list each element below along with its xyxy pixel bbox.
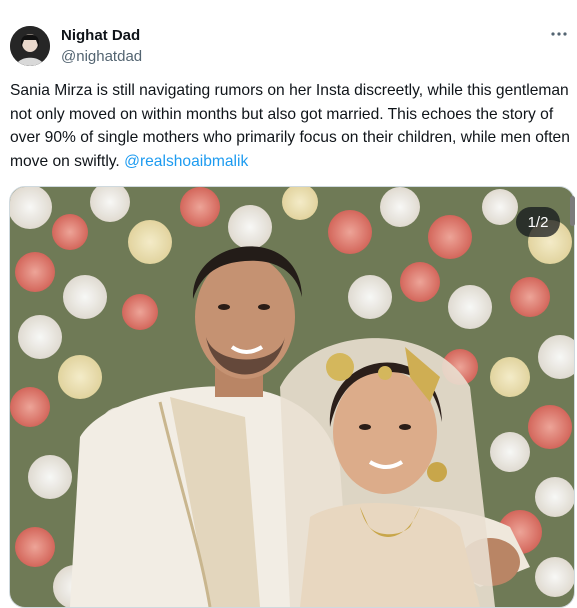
tweet-media[interactable]: 1/2 bbox=[9, 186, 575, 608]
author-display-name[interactable]: Nighat Dad bbox=[61, 27, 142, 45]
author-info: Nighat Dad @nighatdad bbox=[61, 27, 142, 66]
wedding-photo-icon bbox=[10, 187, 574, 607]
author-avatar[interactable] bbox=[10, 26, 50, 66]
more-horizontal-icon bbox=[551, 32, 567, 36]
tweet-body-text: Sania Mirza is still navigating rumors o… bbox=[10, 82, 570, 170]
author-handle[interactable]: @nighatdad bbox=[61, 48, 142, 66]
media-counter-badge: 1/2 bbox=[516, 207, 560, 237]
tweet-card[interactable]: Nighat Dad @nighatdad Sania Mirza is sti… bbox=[0, 0, 577, 608]
avatar-photo-icon bbox=[10, 26, 50, 66]
mention-link[interactable]: @realshoaibmalik bbox=[124, 153, 248, 170]
tweet-text: Sania Mirza is still navigating rumors o… bbox=[10, 79, 570, 173]
more-options-button[interactable] bbox=[547, 24, 571, 44]
scrollbar-thumb[interactable] bbox=[570, 196, 575, 226]
